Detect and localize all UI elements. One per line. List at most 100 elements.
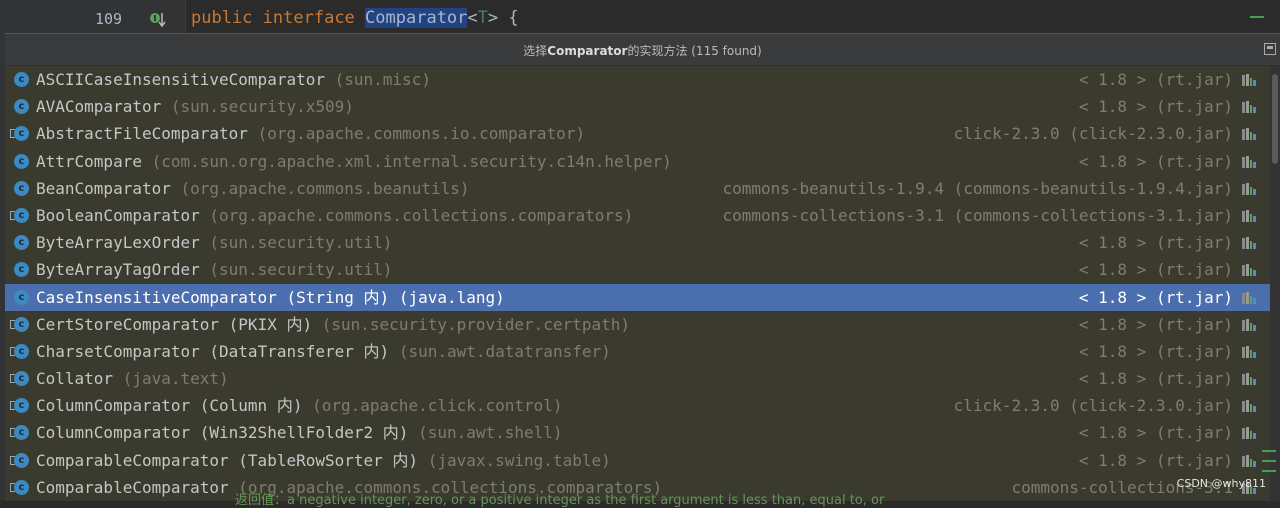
list-item[interactable]: c ByteArrayTagOrder (sun.security.util) < … bbox=[5, 256, 1273, 283]
svg-text:I: I bbox=[154, 14, 157, 23]
package-name: (sun.misc) bbox=[334, 70, 431, 89]
library-icon bbox=[1242, 345, 1256, 358]
class-icon: c bbox=[10, 425, 29, 441]
library-icon bbox=[1242, 237, 1256, 250]
list-item[interactable]: c CharsetComparator (DataTransferer 内) (s… bbox=[5, 338, 1273, 365]
code-line: public interface Comparator<T> { bbox=[191, 8, 519, 28]
package-name: (sun.awt.shell) bbox=[418, 423, 563, 443]
library-icon bbox=[1242, 101, 1256, 114]
library-location: < 1.8 > (rt.jar) bbox=[1078, 233, 1233, 253]
pin-window-icon[interactable] bbox=[1264, 43, 1276, 55]
library-icon bbox=[1242, 209, 1256, 222]
popup-header[interactable]: 选择Comparator的实现方法 (115 found) bbox=[5, 34, 1280, 66]
class-icon: c bbox=[10, 452, 29, 468]
list-item[interactable]: c ByteArrayLexOrder (sun.security.util) < … bbox=[5, 229, 1273, 256]
list-item[interactable]: c BeanComparator (org.apache.commons.bean… bbox=[5, 175, 1273, 202]
package-name: (sun.security.provider.certpath) bbox=[321, 314, 630, 334]
class-icon: c bbox=[14, 180, 29, 196]
package-name: (javax.swing.table) bbox=[427, 450, 611, 470]
package-name: (org.apache.commons.collections.comparat… bbox=[209, 205, 634, 225]
class-icon: c bbox=[10, 479, 29, 495]
class-name: ComparableComparator (TableRowSorter 内) … bbox=[36, 450, 611, 470]
implemented-by-icon[interactable]: I bbox=[149, 10, 167, 30]
package-name: (com.sun.org.apache.xml.internal.securit… bbox=[151, 151, 672, 171]
outer-class: (Win32ShellFolder2 内) bbox=[190, 423, 409, 443]
class-name: ASCIICaseInsensitiveComparator (sun.misc… bbox=[36, 70, 431, 89]
library-icon bbox=[1242, 454, 1256, 467]
list-item[interactable]: c AVAComparator (sun.security.x509) < 1.8 … bbox=[5, 93, 1273, 120]
class-name: CaseInsensitiveComparator (String 内) (ja… bbox=[36, 287, 505, 307]
library-icon bbox=[1242, 427, 1256, 440]
class-name: AbstractFileComparator (org.apache.commo… bbox=[36, 124, 586, 144]
class-icon: c bbox=[14, 153, 29, 169]
list-item[interactable]: c Collator (java.text) < 1.8 > (rt.jar) bbox=[5, 365, 1273, 392]
library-icon bbox=[1242, 74, 1256, 86]
package-name: (org.apache.click.control) bbox=[312, 396, 563, 416]
implementations-popup[interactable]: 选择Comparator的实现方法 (115 found) c ASCIICase… bbox=[5, 33, 1280, 501]
library-location: < 1.8 > (rt.jar) bbox=[1078, 314, 1233, 334]
keyword-interface: interface bbox=[262, 8, 355, 28]
library-location: < 1.8 > (rt.jar) bbox=[1078, 369, 1233, 389]
list-item[interactable]: c ColumnComparator (Column 内) (org.apache… bbox=[5, 392, 1273, 419]
library-location: < 1.8 > (rt.jar) bbox=[1078, 287, 1233, 307]
library-location: click-2.3.0 (click-2.3.0.jar) bbox=[953, 396, 1233, 416]
outer-class: (String 内) bbox=[276, 287, 390, 307]
outer-class: (PKIX 内) bbox=[219, 314, 313, 334]
library-icon bbox=[1242, 128, 1256, 141]
outer-class: (Column 内) bbox=[190, 396, 303, 416]
library-location: < 1.8 > (rt.jar) bbox=[1078, 70, 1233, 89]
interface-name[interactable]: Comparator bbox=[365, 8, 468, 28]
library-location: < 1.8 > (rt.jar) bbox=[1078, 341, 1233, 361]
class-name: CharsetComparator (DataTransferer 内) (su… bbox=[36, 341, 611, 361]
list-item[interactable]: c CertStoreComparator (PKIX 内) (sun.secur… bbox=[5, 311, 1273, 338]
list-item[interactable]: c CaseInsensitiveComparator (String 内) (j… bbox=[5, 283, 1273, 311]
class-icon: c bbox=[10, 371, 29, 387]
class-icon: c bbox=[10, 316, 29, 332]
line-number: 109 bbox=[95, 10, 123, 28]
package-name: (java.text) bbox=[122, 369, 229, 389]
type-parameter: T bbox=[477, 8, 488, 28]
outer-class: (TableRowSorter 内) bbox=[228, 450, 419, 470]
change-marker bbox=[1262, 470, 1276, 472]
library-icon bbox=[1242, 373, 1256, 386]
library-location: < 1.8 > (rt.jar) bbox=[1078, 260, 1233, 280]
class-icon: c bbox=[14, 235, 29, 251]
class-icon: c bbox=[14, 289, 29, 305]
class-icon: c bbox=[14, 262, 29, 278]
library-location: click-2.3.0 (click-2.3.0.jar) bbox=[953, 124, 1233, 144]
generic-close: > { bbox=[487, 8, 519, 28]
javadoc-preview: 返回值：a negative integer, zero, or a posit… bbox=[235, 493, 885, 508]
scrollbar-thumb[interactable] bbox=[1272, 74, 1278, 164]
list-item[interactable]: c ComparableComparator (TableRowSorter 内)… bbox=[5, 447, 1273, 474]
list-item[interactable]: c BooleanComparator (org.apache.commons.c… bbox=[5, 202, 1273, 229]
library-icon bbox=[1242, 400, 1256, 413]
package-name: (org.apache.commons.io.comparator) bbox=[257, 124, 586, 144]
class-name: BeanComparator (org.apache.commons.beanu… bbox=[36, 178, 470, 198]
class-name: AttrCompare (com.sun.org.apache.xml.inte… bbox=[36, 151, 672, 171]
list-item[interactable]: c AbstractFileComparator (org.apache.comm… bbox=[5, 120, 1273, 147]
package-name: (sun.awt.datatransfer) bbox=[398, 341, 611, 361]
list-item[interactable]: c ColumnComparator (Win32ShellFolder2 内) … bbox=[5, 419, 1273, 446]
class-name: ColumnComparator (Win32ShellFolder2 内) (… bbox=[36, 423, 563, 443]
class-icon: c bbox=[10, 343, 29, 359]
library-icon bbox=[1242, 264, 1256, 277]
package-name: (sun.security.util) bbox=[209, 260, 393, 280]
outer-class: (DataTransferer 内) bbox=[199, 341, 390, 361]
package-name: (sun.security.x509) bbox=[170, 97, 354, 117]
library-location: < 1.8 > (rt.jar) bbox=[1078, 450, 1233, 470]
library-icon bbox=[1242, 318, 1256, 331]
change-marker bbox=[1262, 450, 1276, 452]
keyword-public: public bbox=[191, 8, 253, 28]
class-name: BooleanComparator (org.apache.commons.co… bbox=[36, 205, 634, 225]
implementations-list[interactable]: c ASCIICaseInsensitiveComparator (sun.mis… bbox=[5, 66, 1273, 501]
class-name: ByteArrayLexOrder (sun.security.util) bbox=[36, 233, 393, 253]
generic-open: < bbox=[467, 8, 478, 28]
library-location: < 1.8 > (rt.jar) bbox=[1078, 97, 1233, 117]
change-marker bbox=[1250, 16, 1264, 18]
class-icon: c bbox=[14, 72, 29, 87]
class-name: CertStoreComparator (PKIX 内) (sun.securi… bbox=[36, 314, 630, 334]
list-item[interactable]: c ASCIICaseInsensitiveComparator (sun.mis… bbox=[5, 66, 1273, 93]
class-name: ColumnComparator (Column 内) (org.apache.… bbox=[36, 396, 563, 416]
list-item[interactable]: c AttrCompare (com.sun.org.apache.xml.int… bbox=[5, 148, 1273, 175]
popup-title: 选择Comparator的实现方法 (115 found) bbox=[523, 44, 762, 58]
